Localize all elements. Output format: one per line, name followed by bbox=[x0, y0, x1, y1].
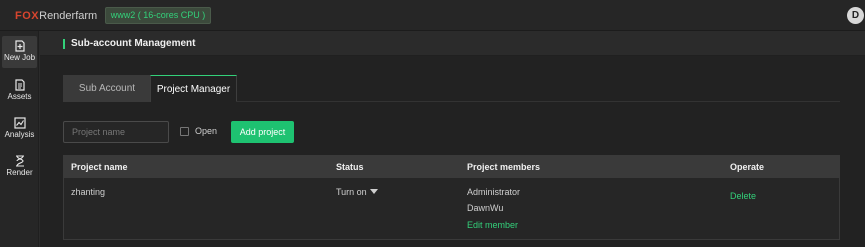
header-status: Status bbox=[336, 162, 364, 172]
tab-divider bbox=[236, 101, 840, 102]
page-header: Sub-account Management bbox=[40, 31, 865, 56]
assets-icon bbox=[14, 79, 25, 91]
header-operate: Operate bbox=[730, 162, 765, 172]
render-hourglass-icon bbox=[15, 155, 24, 167]
member-item: DawnWu bbox=[467, 203, 504, 213]
cpu-badge[interactable]: www2 ( 16-cores CPU ) bbox=[105, 7, 211, 24]
logo-renderfarm-text: Renderfarm bbox=[39, 10, 98, 22]
foxrenderfarm-logo[interactable]: FOXRenderfarm bbox=[15, 10, 97, 24]
main-content: Sub Account Project Manager Open Add pro… bbox=[40, 56, 865, 247]
open-checkbox-label: Open bbox=[195, 126, 218, 136]
delete-link[interactable]: Delete bbox=[730, 191, 756, 201]
header-project-name: Project name bbox=[71, 162, 128, 172]
status-value: Turn on bbox=[336, 187, 367, 197]
tab-sub-account[interactable]: Sub Account bbox=[63, 75, 151, 102]
status-dropdown[interactable]: Turn on bbox=[336, 187, 378, 197]
analysis-icon bbox=[13, 117, 26, 129]
sidebar-item-assets[interactable]: Assets bbox=[2, 75, 37, 107]
project-name-input[interactable] bbox=[63, 121, 169, 143]
sidebar-item-label: Assets bbox=[7, 92, 32, 101]
open-checkbox[interactable] bbox=[180, 127, 189, 136]
new-job-icon bbox=[14, 40, 25, 52]
tab-project-manager[interactable]: Project Manager bbox=[150, 75, 237, 102]
edit-member-link[interactable]: Edit member bbox=[467, 220, 518, 230]
sidebar-item-label: Render bbox=[6, 168, 33, 177]
member-item: Administrator bbox=[467, 187, 521, 197]
add-project-button[interactable]: Add project bbox=[231, 121, 294, 143]
caret-down-icon bbox=[369, 189, 378, 194]
header-project-members: Project members bbox=[467, 162, 541, 172]
avatar[interactable]: D bbox=[847, 7, 864, 24]
sidebar-item-analysis[interactable]: Analysis bbox=[2, 113, 37, 145]
sidebar: New Job Assets Analysis Render bbox=[0, 31, 39, 247]
table-row: zhanting Turn on Administrator DawnWu Ed… bbox=[64, 178, 839, 239]
top-bar: FOXRenderfarm www2 ( 16-cores CPU ) D bbox=[0, 0, 865, 31]
page-title: Sub-account Management bbox=[71, 38, 196, 49]
project-name-cell: zhanting bbox=[71, 187, 106, 197]
sidebar-item-render[interactable]: Render bbox=[2, 151, 37, 183]
title-accent-bar bbox=[63, 39, 65, 49]
sidebar-item-new-job[interactable]: New Job bbox=[2, 36, 37, 68]
table-header: Project name Status Project members Oper… bbox=[64, 156, 839, 178]
projects-table: Project name Status Project members Oper… bbox=[63, 155, 840, 240]
logo-fox-text: FOX bbox=[15, 10, 40, 22]
sidebar-item-label: New Job bbox=[3, 53, 36, 62]
sidebar-item-label: Analysis bbox=[4, 130, 35, 139]
